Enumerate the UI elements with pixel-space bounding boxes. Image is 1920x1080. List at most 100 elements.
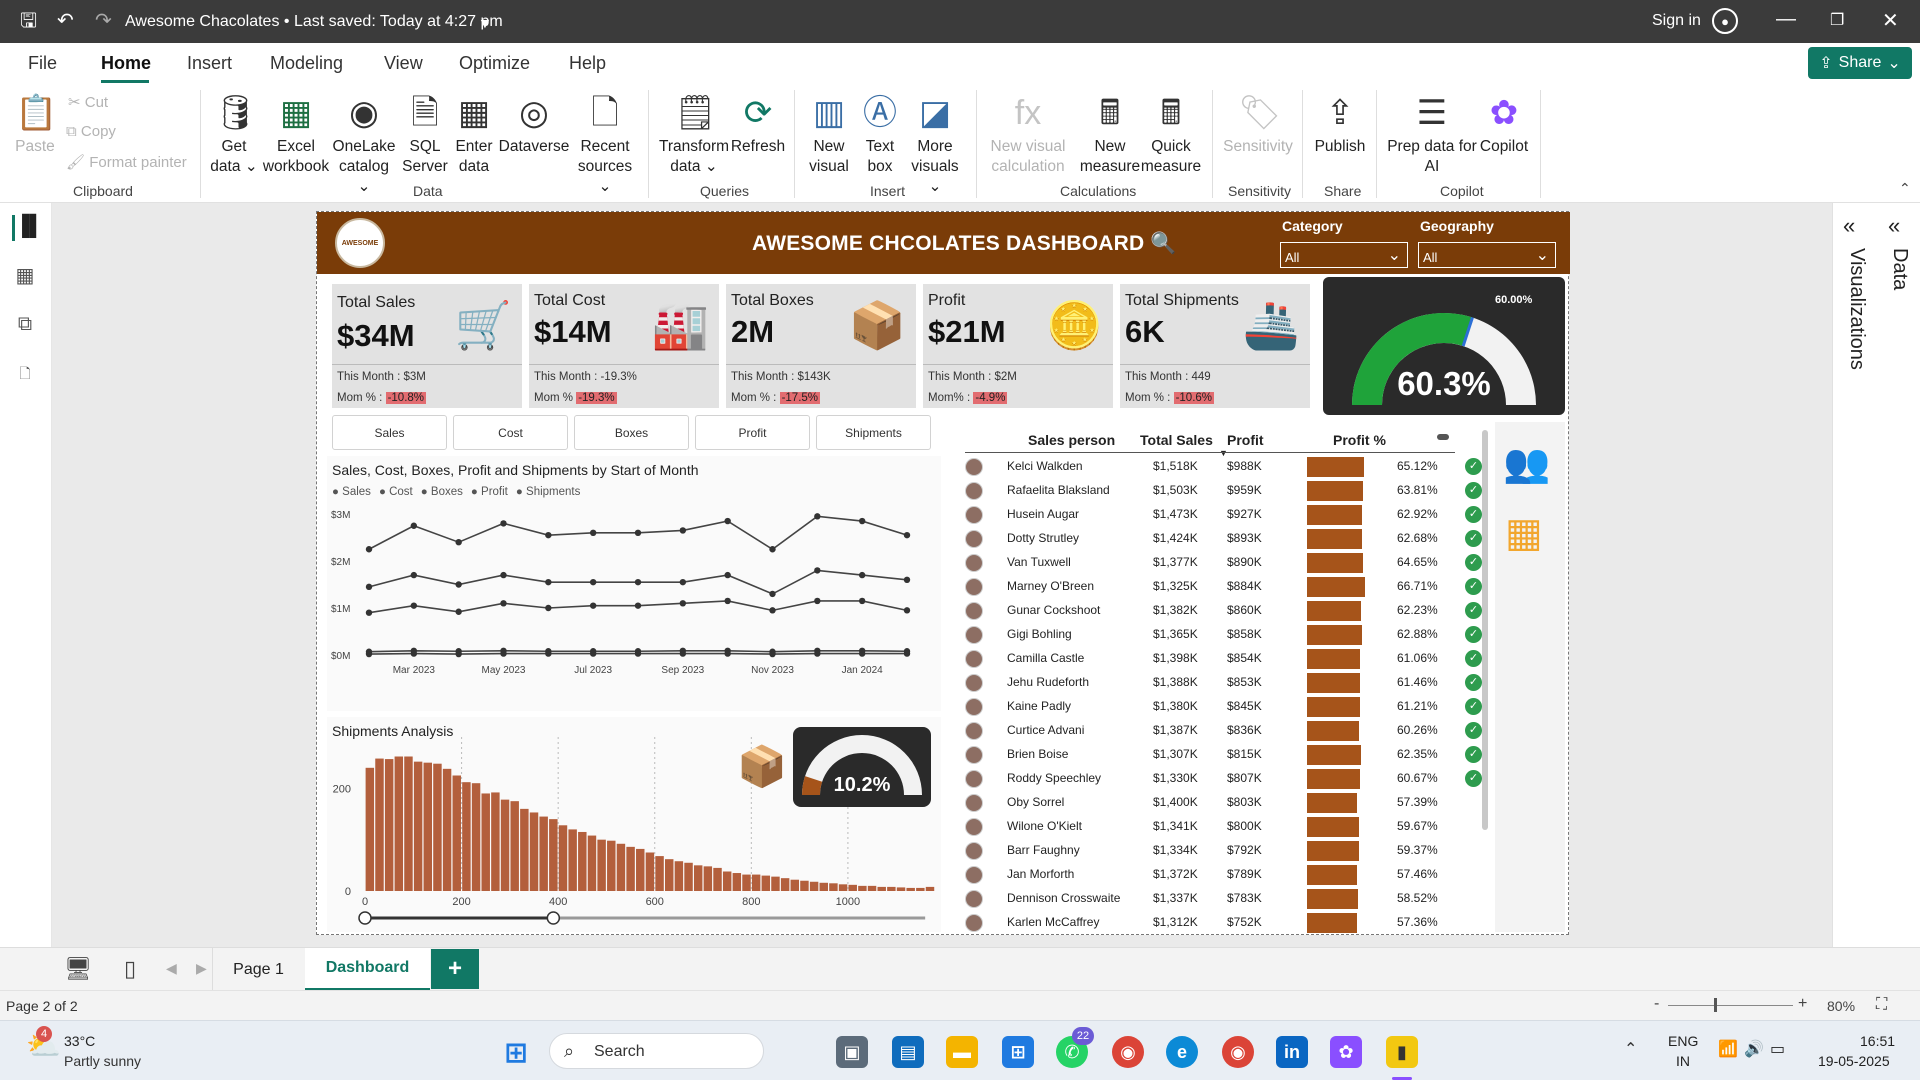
table-row[interactable]: Wilone O'Kielt $1,341K $800K 59.67% <box>965 815 1455 839</box>
table-row[interactable]: Gigi Bohling $1,365K $858K 62.88% ✓ <box>965 623 1482 647</box>
table-row[interactable]: Barr Faughny $1,334K $792K 59.37% <box>965 839 1455 863</box>
page-tab-dashboard[interactable]: Dashboard <box>305 948 430 991</box>
table-row[interactable]: Marney O'Breen $1,325K $884K 66.71% ✓ <box>965 575 1482 599</box>
table-row[interactable]: Husein Augar $1,473K $927K 62.92% ✓ <box>965 503 1482 527</box>
geography-slicer[interactable]: All ⌄ <box>1418 242 1556 268</box>
new-visual-button[interactable]: ▥ New visual <box>802 93 856 177</box>
prep-data-ai-button[interactable]: ☰ Prep data for AI <box>1384 93 1480 177</box>
people-group-icon[interactable]: 👥 <box>1503 442 1550 486</box>
col-header-profit[interactable]: Profit <box>1227 432 1264 448</box>
menu-file[interactable]: File <box>28 53 57 74</box>
more-visuals-button[interactable]: ◪ More visuals ⌄ <box>904 93 966 197</box>
text-box-button[interactable]: Ⓐ Text box <box>856 93 904 177</box>
kpi-total-sales[interactable]: Total Sales $34M 🛒 This Month : $3M Mom … <box>332 282 522 408</box>
save-icon[interactable]: 🖫 <box>20 10 37 32</box>
table-row[interactable]: Kelci Walkden $1,518K $988K 65.12% ✓ <box>965 455 1482 479</box>
task-view-icon[interactable]: ▣ <box>836 1036 868 1068</box>
menu-modeling[interactable]: Modeling <box>270 53 343 74</box>
menu-home[interactable]: Home <box>101 53 151 74</box>
zoom-in-icon[interactable]: + <box>1798 995 1807 1013</box>
shipments-panel[interactable]: Shipments Analysis 0 200 0 200 400 600 800 1000… <box>327 717 941 932</box>
table-row[interactable]: Dotty Strutley $1,424K $893K 62.68% ✓ <box>965 527 1482 551</box>
chrome-profile-icon[interactable]: ◉ <box>1222 1036 1254 1068</box>
tab-profit[interactable]: Profit <box>695 415 810 450</box>
close-icon[interactable]: ✕ <box>1882 8 1899 33</box>
column-options-icon[interactable] <box>1437 434 1449 440</box>
kpi-total-cost[interactable]: Total Cost $14M 🏭 This Month : -19.3% Mo… <box>529 282 719 408</box>
language-code[interactable]: ENG <box>1668 1033 1698 1049</box>
mobile-layout-icon[interactable]: ▯ <box>124 956 136 982</box>
line-chart-panel[interactable]: Sales, Cost, Boxes, Profit and Shipments… <box>327 456 941 711</box>
microsoft-store-icon[interactable]: ⊞ <box>1002 1036 1034 1068</box>
new-visual-calculation-button[interactable]: fx New visual calculation <box>986 93 1070 177</box>
col-header-sales-person[interactable]: Sales person <box>1028 432 1115 448</box>
copilot-app-icon[interactable]: ✿ <box>1330 1036 1362 1068</box>
tab-boxes[interactable]: Boxes <box>574 415 689 450</box>
battery-icon[interactable]: ▭ <box>1770 1039 1785 1059</box>
kpi-profit[interactable]: Profit $21M 🪙 This Month : $2M Mom% : -4… <box>923 282 1113 408</box>
show-hidden-icons[interactable]: ⌃ <box>1624 1039 1637 1059</box>
chrome-icon[interactable]: ◉ <box>1112 1036 1144 1068</box>
weather-desc[interactable]: Partly sunny <box>64 1053 141 1069</box>
model-view-icon[interactable]: ⧉ <box>12 313 38 339</box>
kpi-total-boxes[interactable]: Total Boxes 2M 📦 This Month : $143K Mom … <box>726 282 916 408</box>
table-row[interactable]: Rafaelita Blaksland $1,503K $959K 63.81% ✓ <box>965 479 1482 503</box>
table-row[interactable]: Karlen McCaffrey $1,312K $752K 57.36% <box>965 911 1455 935</box>
format-painter-button[interactable]: 🖌 Format painter <box>66 153 187 171</box>
cut-button[interactable]: ✂ Cut <box>68 93 108 111</box>
dataverse-button[interactable]: ◎ Dataverse <box>498 93 570 157</box>
restore-icon[interactable]: ❐ <box>1830 10 1844 30</box>
transform-data-button[interactable]: 🗒 Transform data ⌄ <box>658 93 730 177</box>
sql-server-button[interactable]: 🗎 SQL Server <box>398 93 452 177</box>
table-row[interactable]: Oby Sorrel $1,400K $803K 57.39% <box>965 791 1455 815</box>
refresh-button[interactable]: ⟳ Refresh <box>730 93 786 157</box>
tab-sales[interactable]: Sales <box>332 415 447 450</box>
data-pane-label[interactable]: Data <box>1888 248 1911 290</box>
clock-time[interactable]: 16:51 <box>1860 1033 1895 1049</box>
desktop-layout-icon[interactable]: 🖥 <box>64 956 92 982</box>
col-header-profit-pct[interactable]: Profit % <box>1333 432 1386 448</box>
table-row[interactable]: Jan Morforth $1,372K $789K 57.46% <box>965 863 1455 887</box>
page-tab-page1[interactable]: Page 1 <box>212 948 304 991</box>
table-row[interactable]: Curtice Advani $1,387K $836K 60.26% ✓ <box>965 719 1482 743</box>
table-row[interactable]: Dennison Crosswaite $1,337K $783K 58.52% <box>965 887 1455 911</box>
new-measure-button[interactable]: 🖩 New measure <box>1072 93 1148 177</box>
weather-temp[interactable]: 33°C <box>64 1033 95 1049</box>
visualizations-pane-label[interactable]: Visualizations <box>1845 248 1868 370</box>
kpi-total-shipments[interactable]: Total Shipments 6K 🚢 This Month : 449 Mo… <box>1120 282 1310 408</box>
recent-sources-button[interactable]: 🗋 Recent sources ⌄ <box>570 93 640 197</box>
clock-date[interactable]: 19-05-2025 <box>1818 1053 1890 1069</box>
collapse-ribbon-icon[interactable]: ⌃ <box>1899 180 1911 197</box>
region-code[interactable]: IN <box>1676 1053 1690 1069</box>
table-row[interactable]: Roddy Speechley $1,330K $807K 60.67% ✓ <box>965 767 1482 791</box>
copy-button[interactable]: ⧉ Copy <box>66 123 116 140</box>
profit-margin-gauge[interactable]: 60.00% 60.3% <box>1323 277 1565 415</box>
onelake-catalog-button[interactable]: ◉ OneLake catalog ⌄ <box>332 93 396 197</box>
tab-cost[interactable]: Cost <box>453 415 568 450</box>
table-row[interactable]: Van Tuxwell $1,377K $890K 64.65% ✓ <box>965 551 1482 575</box>
sensitivity-button[interactable]: 🏷 Sensitivity <box>1220 93 1296 157</box>
taskbar-search[interactable]: ⌕ Search <box>549 1033 764 1069</box>
fit-page-icon[interactable]: ⛶ <box>1876 996 1887 1014</box>
table-row[interactable]: Camilla Castle $1,398K $854K 61.06% ✓ <box>965 647 1482 671</box>
zoom-slider-thumb[interactable] <box>1714 998 1717 1012</box>
file-explorer-icon[interactable]: ▬ <box>946 1036 978 1068</box>
table-row[interactable]: Gunar Cockshoot $1,382K $860K 62.23% ✓ <box>965 599 1482 623</box>
boxes-stack-icon[interactable]: ▦ <box>1505 510 1543 556</box>
redo-icon[interactable]: ↷ <box>95 10 112 32</box>
copilot-button[interactable]: ✿ Copilot <box>1476 93 1532 157</box>
dax-query-view-icon[interactable]: 🗋 <box>12 363 38 389</box>
zoom-slider[interactable] <box>1668 1005 1793 1006</box>
col-header-total-sales[interactable]: Total Sales <box>1140 432 1213 448</box>
table-scrollbar[interactable] <box>1482 430 1488 830</box>
store-app-icon[interactable]: ▤ <box>892 1036 924 1068</box>
excel-workbook-button[interactable]: ▦ Excel workbook <box>262 93 330 177</box>
window-title[interactable]: Awesome Chacolates • Last saved: Today a… <box>125 13 503 31</box>
zoom-out-icon[interactable]: - <box>1654 995 1659 1013</box>
account-icon[interactable]: ● <box>1712 8 1738 34</box>
minimize-icon[interactable]: — <box>1776 8 1796 31</box>
category-slicer[interactable]: All ⌄ <box>1280 242 1408 268</box>
next-page-icon[interactable]: ▶ <box>196 960 207 977</box>
prev-page-icon[interactable]: ◀ <box>166 960 177 977</box>
menu-view[interactable]: View <box>384 53 423 74</box>
